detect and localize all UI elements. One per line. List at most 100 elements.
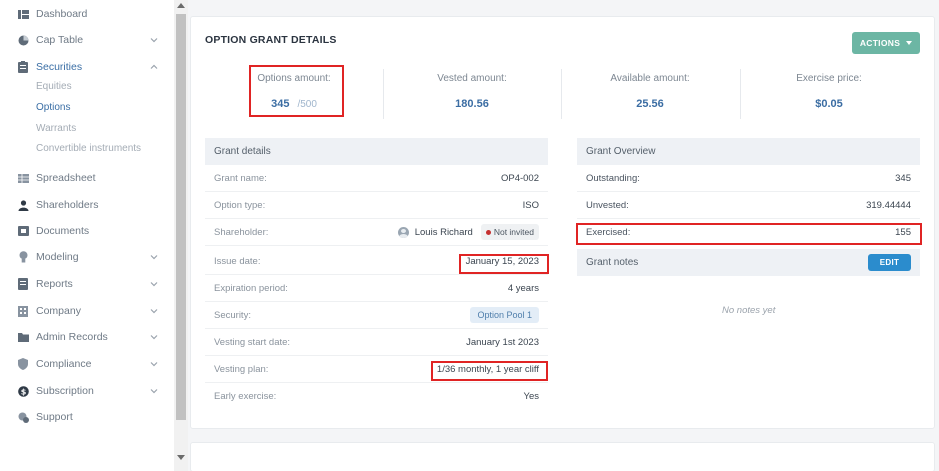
row-option-type: Option type: ISO xyxy=(205,192,548,219)
sidebar-item-dashboard[interactable]: Dashboard xyxy=(0,4,174,24)
scrollbar-thumb[interactable] xyxy=(176,14,186,420)
dollar-icon: $ xyxy=(17,385,29,397)
chevron-down-icon xyxy=(150,335,158,340)
stat-value: 25.56 xyxy=(636,98,664,110)
row-vesting-start-date: Vesting start date: January 1st 2023 xyxy=(205,329,548,356)
sidebar-item-spreadsheet[interactable]: Spreadsheet xyxy=(0,168,174,188)
sidebar-subitem-equities[interactable]: Equities xyxy=(36,81,72,97)
sidebar-item-label: Modeling xyxy=(36,251,79,263)
sidebar-item-modeling[interactable]: Modeling xyxy=(0,247,174,267)
actions-button[interactable]: ACTIONS xyxy=(852,32,920,54)
row-value: 345 xyxy=(895,172,911,184)
row-shareholder: Shareholder: Louis Richard Not invited xyxy=(205,219,548,246)
row-value: ISO xyxy=(522,199,539,211)
lightbulb-icon xyxy=(17,251,29,263)
sidebar-item-label: Securities xyxy=(36,61,83,73)
row-expiration-period: Expiration period: 4 years xyxy=(205,275,548,302)
row-label: Early exercise: xyxy=(214,391,277,402)
row-label: Issue date: xyxy=(214,255,261,267)
dashboard-icon xyxy=(17,8,29,20)
highlight-box xyxy=(576,223,922,245)
sidebar-item-cap-table[interactable]: Cap Table xyxy=(0,30,174,50)
report-icon xyxy=(17,278,29,290)
sidebar-subitem-warrants[interactable]: Warrants xyxy=(36,123,76,139)
sidebar-subitem-convertible-instruments[interactable]: Convertible instruments xyxy=(36,143,141,159)
chevron-down-icon xyxy=(150,309,158,314)
row-label: Option type: xyxy=(214,199,266,211)
row-label: Outstanding: xyxy=(586,172,640,184)
row-value: 319.44444 xyxy=(866,199,911,211)
status-badge-label: Not invited xyxy=(493,227,534,237)
chevron-down-icon xyxy=(150,389,158,394)
sidebar-item-shareholders[interactable]: Shareholders xyxy=(0,195,174,215)
grant-overview-header: Grant Overview xyxy=(577,138,920,165)
stat-label: Available amount: xyxy=(610,73,690,84)
row-label: Unvested: xyxy=(586,199,629,211)
stat-label: Vested amount: xyxy=(437,73,507,84)
sidebar-subitem-options[interactable]: Options xyxy=(36,102,70,118)
sidebar-item-support[interactable]: Support xyxy=(0,407,174,427)
support-icon xyxy=(17,411,29,423)
user-icon xyxy=(17,199,29,211)
sidebar-item-documents[interactable]: Documents xyxy=(0,221,174,241)
folder-icon xyxy=(17,331,29,343)
sidebar-item-label: Documents xyxy=(36,225,90,237)
avatar xyxy=(397,226,409,238)
scroll-up-arrow-icon[interactable] xyxy=(177,3,185,8)
sidebar-item-label: Reports xyxy=(36,278,73,290)
shareholder-name[interactable]: Louis Richard xyxy=(415,227,473,238)
highlight-box xyxy=(459,254,549,274)
security-pill[interactable]: Option Pool 1 xyxy=(470,307,539,323)
building-icon xyxy=(17,305,29,317)
row-label: Vesting start date: xyxy=(214,336,291,348)
row-value: OP4-002 xyxy=(500,172,539,184)
sidebar: Dashboard Cap Table Securities Equities … xyxy=(0,0,174,471)
row-unvested: Unvested: 319.44444 xyxy=(577,192,920,219)
stat-value: $0.05 xyxy=(815,98,843,110)
spreadsheet-icon xyxy=(17,172,29,184)
svg-text:$: $ xyxy=(20,387,26,396)
document-icon xyxy=(17,225,29,237)
sidebar-item-label: Support xyxy=(36,411,73,423)
no-notes-text: No notes yet xyxy=(722,305,776,316)
sidebar-item-label: Admin Records xyxy=(36,331,108,343)
sidebar-item-label: Cap Table xyxy=(36,34,84,46)
grant-notes-title: Grant notes xyxy=(586,257,639,268)
edit-notes-button[interactable]: EDIT xyxy=(868,254,911,271)
row-value: January 1st 2023 xyxy=(466,336,539,348)
sidebar-item-admin-records[interactable]: Admin Records xyxy=(0,327,174,347)
sidebar-item-label: Compliance xyxy=(36,358,92,370)
sidebar-item-company[interactable]: Company xyxy=(0,301,174,321)
sidebar-item-subscription[interactable]: $ Subscription xyxy=(0,381,174,401)
row-value: Yes xyxy=(523,391,540,402)
highlight-box xyxy=(249,65,344,117)
stat-exercise-price: Exercise price: $0.05 xyxy=(740,69,918,119)
actions-button-label: ACTIONS xyxy=(859,38,901,48)
row-label: Expiration period: xyxy=(214,282,288,294)
scroll-down-arrow-icon[interactable] xyxy=(177,455,185,460)
chevron-down-icon xyxy=(150,255,158,260)
status-badge: Not invited xyxy=(480,224,539,240)
row-label: Grant name: xyxy=(214,172,267,184)
sidebar-item-securities[interactable]: Securities xyxy=(0,57,174,77)
shield-icon xyxy=(17,358,29,370)
sidebar-item-label: Subscription xyxy=(36,385,94,397)
row-security: Security: Option Pool 1 xyxy=(205,302,548,329)
stat-value: 180.56 xyxy=(455,98,489,110)
row-grant-name: Grant name: OP4-002 xyxy=(205,165,548,192)
sidebar-item-reports[interactable]: Reports xyxy=(0,274,174,294)
row-label: Vesting plan: xyxy=(214,363,269,375)
pie-chart-icon xyxy=(17,34,29,46)
chevron-down-icon xyxy=(150,282,158,287)
row-label: Security: xyxy=(214,309,251,321)
sidebar-item-compliance[interactable]: Compliance xyxy=(0,354,174,374)
caret-down-icon xyxy=(906,41,913,45)
highlight-box xyxy=(431,361,548,381)
chevron-down-icon xyxy=(150,362,158,367)
row-early-exercise: Early exercise: Yes xyxy=(205,383,548,410)
sidebar-item-label: Company xyxy=(36,305,81,317)
chevron-down-icon xyxy=(150,38,158,43)
option-grant-card: OPTION GRANT DETAILS ACTIONS Options amo… xyxy=(190,16,935,429)
stat-label: Exercise price: xyxy=(796,73,862,84)
row-value: 4 years xyxy=(507,282,539,294)
